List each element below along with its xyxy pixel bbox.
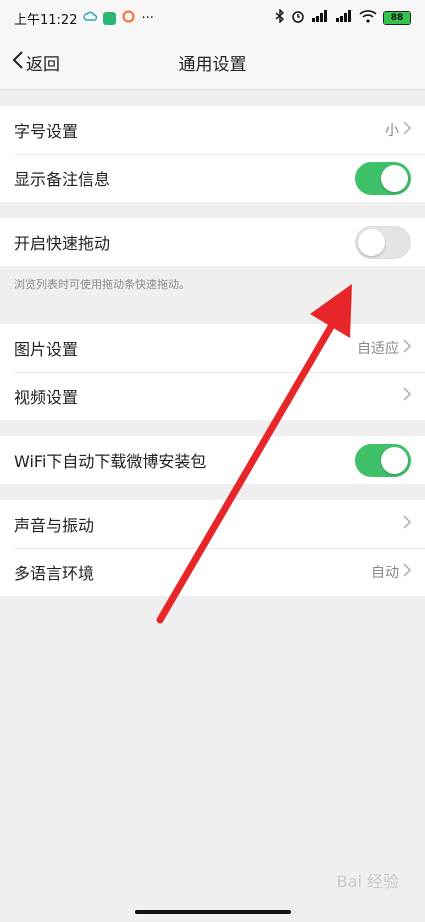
battery-icon: 88 [383, 11, 411, 25]
alarm-icon [291, 9, 305, 27]
bluetooth-icon [275, 8, 285, 27]
back-label: 返回 [26, 55, 60, 75]
status-time: 上午11:22 [14, 12, 78, 28]
row-right: 自适应 [357, 338, 412, 358]
row-label: WiFi下自动下载微博安装包 [14, 452, 207, 471]
cloud-icon [83, 10, 98, 26]
row-right [403, 387, 412, 405]
image-settings-row[interactable]: 图片设置 自适应 [0, 324, 425, 372]
row-label: 多语言环境 [14, 564, 95, 583]
row-right [403, 515, 412, 533]
quick-drag-row: 开启快速拖动 [0, 218, 425, 266]
row-value: 自适应 [357, 341, 399, 357]
row-label: 字号设置 [14, 122, 79, 141]
show-remark-toggle[interactable] [355, 161, 411, 195]
row-label: 图片设置 [14, 340, 79, 359]
wifi-auto-download-toggle[interactable] [355, 443, 411, 477]
back-button[interactable]: 返回 [0, 50, 60, 75]
font-size-setting-row[interactable]: 字号设置 小 [0, 106, 425, 154]
settings-group-misc: 声音与振动 多语言环境 自动 [0, 500, 425, 596]
settings-group-drag: 开启快速拖动 [0, 218, 425, 266]
home-indicator[interactable] [134, 910, 291, 914]
chevron-right-icon [403, 515, 412, 533]
wifi-auto-download-row: WiFi下自动下载微博安装包 [0, 436, 425, 484]
chevron-right-icon [403, 121, 412, 139]
toggle-knob [381, 164, 408, 192]
navigation-bar: 返回 通用设置 [0, 36, 425, 90]
battery-level: 88 [384, 12, 410, 24]
row-label: 显示备注信息 [14, 170, 111, 189]
signal-2-icon [335, 10, 353, 26]
chevron-right-icon [403, 387, 412, 405]
row-label: 开启快速拖动 [14, 234, 111, 253]
settings-group-wifi: WiFi下自动下载微博安装包 [0, 436, 425, 484]
taobao-app-icon [122, 10, 135, 27]
settings-group-font: 字号设置 小 显示备注信息 [0, 106, 425, 202]
status-bar: 上午11:22 ··· 88 [0, 0, 425, 36]
status-left: 上午11:22 ··· [14, 9, 154, 28]
row-right: 自动 [371, 562, 412, 582]
shield-app-icon [103, 11, 117, 25]
row-label: 声音与振动 [14, 516, 95, 535]
wifi-icon [359, 9, 377, 27]
toggle-knob [358, 228, 385, 256]
row-value: 自动 [371, 565, 399, 581]
watermark: Bai 经验 [336, 872, 399, 891]
toggle-knob [381, 446, 408, 474]
status-right: 88 [275, 8, 411, 27]
quick-drag-hint: 浏览列表时可使用拖动条快速拖动。 [14, 278, 190, 291]
row-label: 视频设置 [14, 388, 79, 407]
row-value: 小 [385, 123, 399, 139]
settings-group-media: 图片设置 自适应 视频设置 [0, 324, 425, 420]
sound-vibration-row[interactable]: 声音与振动 [0, 500, 425, 548]
chevron-right-icon [403, 563, 412, 581]
chevron-right-icon [403, 339, 412, 357]
language-row[interactable]: 多语言环境 自动 [0, 548, 425, 596]
page-title: 通用设置 [178, 55, 247, 75]
show-remark-row: 显示备注信息 [0, 154, 425, 202]
chevron-left-icon [12, 50, 26, 75]
video-settings-row[interactable]: 视频设置 [0, 372, 425, 420]
quick-drag-toggle[interactable] [355, 225, 411, 259]
more-notifications-icon: ··· [141, 10, 154, 26]
row-right: 小 [385, 120, 412, 140]
signal-1-icon [311, 10, 329, 26]
